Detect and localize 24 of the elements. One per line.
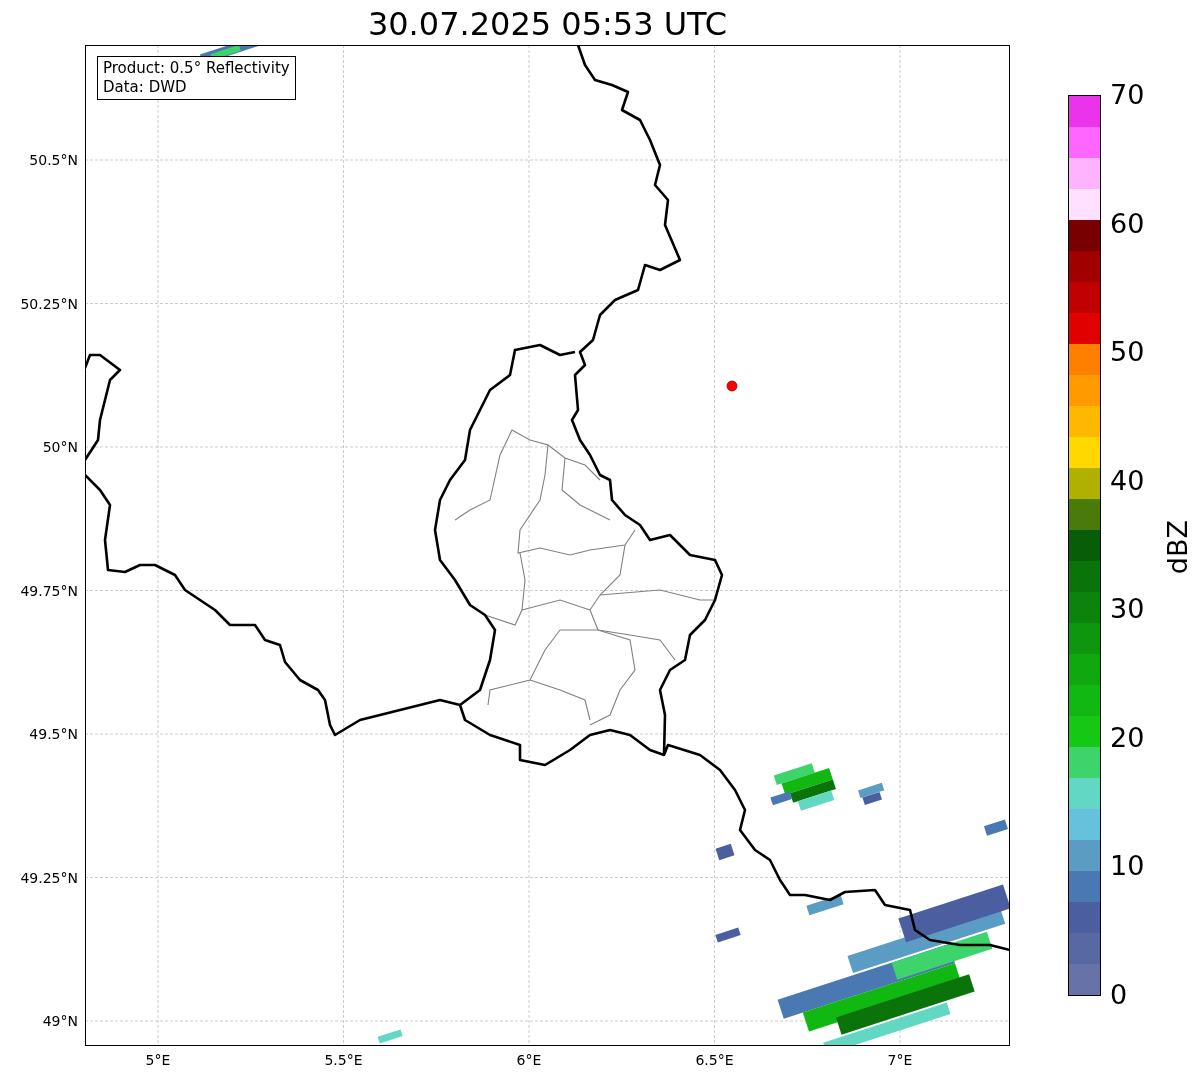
longitude-label: 6°E [515,1051,543,1069]
colorbar-tick-label: 50 [1110,336,1145,369]
latitude-label: 49°N [42,1012,78,1030]
colorbar-axis-label: dBZ [1162,520,1194,575]
colorbar-tick-label: 70 [1110,79,1145,111]
latitude-label: 50°N [42,438,78,456]
colorbar-tick-label: 60 [1110,207,1145,240]
colorbar-tick-label: 10 [1110,850,1145,883]
longitude-label: 5°E [144,1051,172,1069]
colorbar-tick-label: 30 [1110,593,1145,626]
latitude-label: 49.25°N [20,868,78,887]
longitude-label: 7°E [886,1051,914,1069]
colorbar-tick-label: 40 [1110,464,1145,497]
latitude-label: 49.75°N [20,581,78,600]
latitude-label: 49.5°N [29,725,78,743]
colorbar-tick-label: 20 [1110,721,1145,754]
chart-title: 30.07.2025 05:53 UTC [366,4,729,44]
colorbar-tick-label: 0 [1110,979,1128,1011]
latitude-label: 50.25°N [20,294,78,313]
info-text: Data: DWD [103,78,188,97]
longitude-label: 6.5°E [694,1051,735,1069]
info-text: Product: 0.5° Reflectivity [103,59,290,78]
longitude-label: 5.5°E [323,1051,364,1069]
latitude-label: 50.5°N [29,151,78,169]
